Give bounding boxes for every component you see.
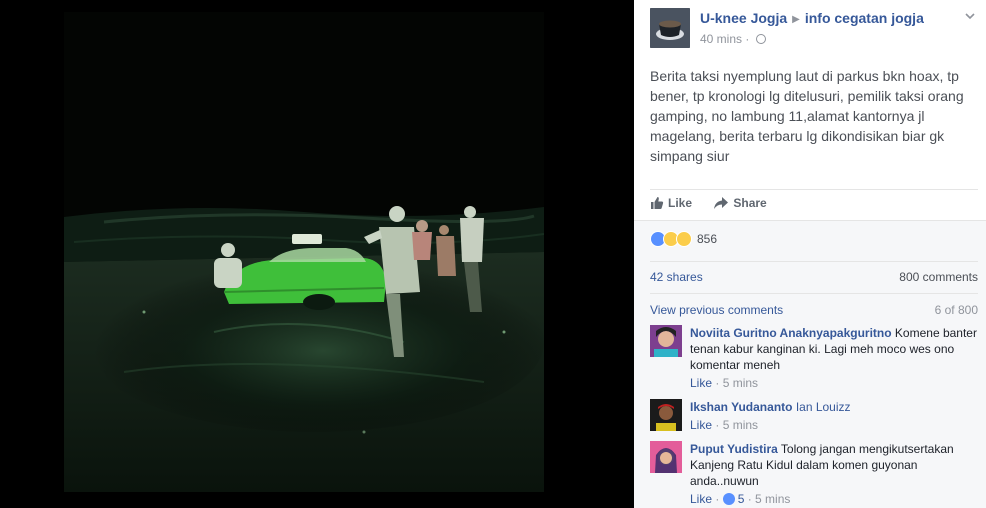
author-avatar[interactable] — [650, 8, 690, 48]
commenter-name[interactable]: Noviita Guritno Anaknyapakguritno — [690, 326, 892, 340]
comment-footer: Like · 5 mins — [690, 376, 759, 390]
divider — [650, 189, 978, 190]
comment-like-count[interactable]: 5 — [738, 492, 745, 506]
like-reaction-icon — [722, 493, 735, 505]
comment-like-button[interactable]: Like — [690, 418, 712, 432]
feedback-area: 856 42 shares 800 comments View previous… — [634, 220, 986, 508]
comment-footer: Like · 5 mins — [690, 418, 759, 432]
group-name[interactable]: info cegatan jogja — [805, 10, 924, 26]
like-thumb-icon — [651, 197, 664, 209]
previous-comments-row: View previous comments 6 of 800 — [650, 303, 978, 317]
comment-footer: Like · 5 · 5 mins — [690, 492, 791, 506]
reaction-count: 856 — [697, 232, 718, 246]
commenter-avatar[interactable] — [650, 325, 682, 357]
tagged-user-link[interactable]: Ian Louizz — [796, 400, 851, 414]
share-label: Share — [733, 196, 767, 210]
photo-scene — [64, 12, 544, 492]
divider — [650, 261, 978, 262]
divider — [650, 293, 978, 294]
comment-body: Noviita Guritno Anaknyapakguritno Komene… — [690, 325, 980, 391]
comment-body: Ikshan Yudananto Ian Louizz Like · 5 min… — [690, 399, 980, 433]
photo-viewer — [0, 0, 634, 508]
comment-page-counter: 6 of 800 — [934, 303, 978, 317]
comment-like-button[interactable]: Like — [690, 376, 712, 390]
post-text: Berita taksi nyemplung laut di parkus bk… — [650, 68, 964, 164]
like-button[interactable]: Like — [650, 196, 692, 210]
comment-body: Puput Yudistira Tolong jangan mengikutse… — [690, 441, 980, 507]
reactions-summary[interactable]: 856 — [650, 231, 717, 251]
post-photo[interactable] — [64, 12, 544, 492]
comment-time[interactable]: 5 mins — [723, 376, 758, 390]
triangle-right-icon: ▶ — [792, 14, 800, 25]
shares-link[interactable]: 42 shares — [650, 270, 703, 284]
post-stats: 42 shares 800 comments — [650, 270, 978, 284]
post-side-panel: U-knee Jogja ▶ info cegatan jogja 40 mins … — [634, 0, 986, 508]
commenter-avatar[interactable] — [650, 399, 682, 431]
comment-time[interactable]: 5 mins — [755, 492, 790, 506]
post-time[interactable]: 40 mins — [700, 32, 742, 46]
post-meta: 40 mins · — [700, 32, 766, 46]
commenter-avatar[interactable] — [650, 441, 682, 473]
comments-count-link[interactable]: 800 comments — [899, 270, 978, 284]
post-actions: Like Share — [650, 196, 785, 214]
comment-time[interactable]: 5 mins — [723, 418, 758, 432]
like-label: Like — [668, 196, 693, 210]
post-title: U-knee Jogja ▶ info cegatan jogja — [700, 10, 924, 26]
share-button[interactable]: Share — [713, 196, 767, 210]
haha-reaction-icon — [676, 231, 692, 247]
share-arrow-icon — [714, 197, 729, 209]
chevron-down-icon[interactable] — [962, 10, 978, 26]
commenter-name[interactable]: Puput Yudistira — [690, 442, 778, 456]
post-header: U-knee Jogja ▶ info cegatan jogja 40 mins … — [650, 8, 980, 48]
commenter-name[interactable]: Ikshan Yudananto — [690, 400, 792, 414]
comment-like-button[interactable]: Like — [690, 492, 712, 506]
author-name[interactable]: U-knee Jogja — [700, 10, 787, 26]
globe-icon — [755, 34, 766, 44]
view-previous-comments-link[interactable]: View previous comments — [650, 303, 783, 317]
